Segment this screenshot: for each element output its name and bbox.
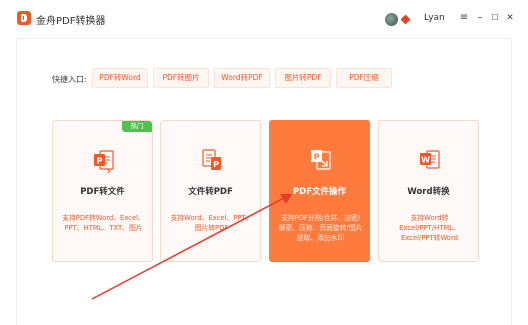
svg-text:P: P xyxy=(97,157,103,166)
card-title: 文件转PDF xyxy=(188,187,233,197)
svg-text:P: P xyxy=(314,153,320,162)
card-word-convert[interactable]: W Word转换 支持Word转Excel/PPT/HTML、Excel/PPT… xyxy=(378,120,479,262)
user-name[interactable]: Lyan xyxy=(424,13,445,23)
card-desc: 支持PDF转Word、Excel、PPT、HTML、TXT、图片 xyxy=(62,214,145,232)
avatar[interactable] xyxy=(385,13,398,26)
menu-icon[interactable]: ≡ xyxy=(458,11,470,25)
maximize-button[interactable]: ☐ xyxy=(489,11,501,25)
minimize-button[interactable]: – xyxy=(474,11,486,25)
quick-pdf-to-image[interactable]: PDF转图片 xyxy=(153,68,209,88)
pdf-convert-icon: P xyxy=(94,150,114,173)
quick-entry-label: 快捷入口: xyxy=(52,75,87,84)
quick-pdf-to-word[interactable]: PDF转Word xyxy=(92,68,148,88)
card-title: Word转换 xyxy=(407,187,450,197)
card-desc: 支持Word转Excel/PPT/HTML、Excel/PPT转Word xyxy=(399,214,460,242)
pdf-operate-icon: P xyxy=(311,150,331,170)
close-button[interactable]: ✕ xyxy=(504,11,516,25)
file-to-pdf-icon: P xyxy=(202,149,221,170)
card-pdf-operate[interactable]: P PDF文件操作 支持PDF分割/合并、加密/解密、压缩、页面旋转/图片提取、… xyxy=(269,120,370,262)
card-file-to-pdf[interactable]: P 文件转PDF 支持Word、Excel、PPT、图片转PDF xyxy=(160,120,261,262)
word-convert-icon: W xyxy=(420,150,440,169)
svg-text:P: P xyxy=(213,160,219,169)
app-logo-icon xyxy=(17,11,31,25)
card-pdf-to-file[interactable]: 热门 P PDF转文件 支持PDF转Word、Excel、PPT、HTML、TX… xyxy=(52,120,153,262)
quick-pdf-compress[interactable]: PDF压缩 xyxy=(336,68,392,88)
card-title: PDF文件操作 xyxy=(292,187,347,197)
quick-image-to-pdf[interactable]: 图片转PDF xyxy=(275,68,331,88)
svg-text:W: W xyxy=(421,156,430,165)
card-desc: 支持Word、Excel、PPT、图片转PDF xyxy=(170,214,253,232)
card-desc: 支持PDF分割/合并、加密/解密、压缩、页面旋转/图片提取、添加水印 xyxy=(278,214,363,242)
title-bar: 金舟PDF转换器 Lyan ≡ – ☐ ✕ xyxy=(0,0,528,38)
vip-diamond-icon[interactable] xyxy=(400,14,411,25)
app-title: 金舟PDF转换器 xyxy=(36,16,106,27)
card-title: PDF转文件 xyxy=(80,187,125,197)
quick-word-to-pdf[interactable]: Word转PDF xyxy=(214,68,270,88)
hot-badge: 热门 xyxy=(122,121,152,132)
